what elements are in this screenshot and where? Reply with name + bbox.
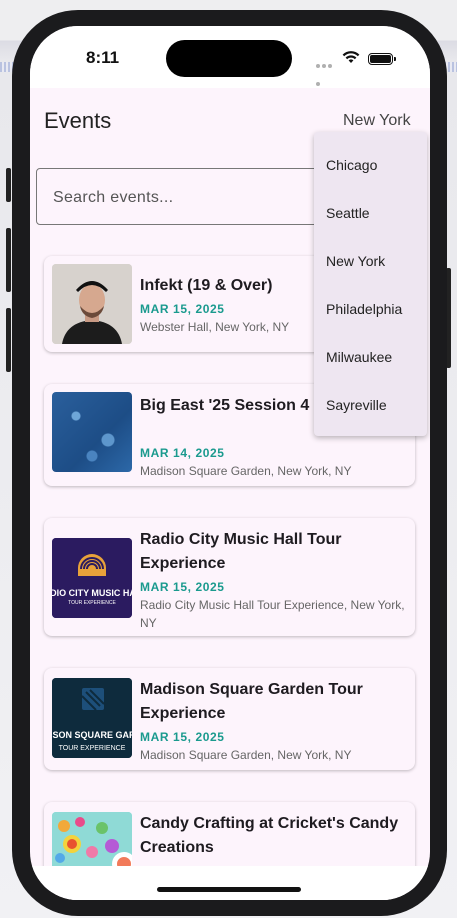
event-card[interactable]: RADIO CITY MUSIC HALL TOUR EXPERIENCE Ra… bbox=[44, 518, 415, 636]
search-input[interactable]: Search events... bbox=[36, 168, 336, 225]
menu-item-philadelphia[interactable]: Philadelphia bbox=[326, 301, 402, 317]
bottom-safe-area bbox=[30, 866, 430, 900]
event-image bbox=[52, 264, 132, 344]
event-date: MAR 15, 2025 bbox=[140, 580, 225, 594]
signal-dots-icon bbox=[316, 55, 338, 86]
artist-photo bbox=[52, 264, 132, 344]
volume-down-button bbox=[6, 308, 11, 372]
event-date: MAR 14, 2025 bbox=[140, 446, 225, 460]
city-selector[interactable]: New York bbox=[343, 112, 411, 130]
event-card[interactable]: MADISON SQUARE GARDEN TOUR EXPERIENCE Ma… bbox=[44, 668, 415, 770]
logo-text: MADISON SQUARE GARDEN bbox=[52, 730, 132, 740]
app-screen: 8:11 Events New York Search events... In… bbox=[30, 26, 430, 900]
event-title: Candy Crafting at Cricket's Candy Creati… bbox=[140, 815, 399, 856]
wifi-icon bbox=[342, 51, 360, 63]
action-button bbox=[6, 168, 11, 202]
msg-logo: MADISON SQUARE GARDEN TOUR EXPERIENCE bbox=[52, 678, 132, 758]
dynamic-island bbox=[166, 40, 292, 77]
menu-item-sayreville[interactable]: Sayreville bbox=[326, 397, 387, 413]
event-image: RADIO CITY MUSIC HALL TOUR EXPERIENCE bbox=[52, 538, 132, 618]
status-bar: 8:11 bbox=[30, 26, 430, 88]
city-dropdown-menu: Chicago Seattle New York Philadelphia Mi… bbox=[314, 132, 427, 436]
event-title: Madison Square Garden Tour Experience bbox=[140, 681, 363, 722]
logo-subtext: TOUR EXPERIENCE bbox=[68, 600, 116, 606]
event-date: MAR 15, 2025 bbox=[140, 302, 225, 316]
menu-item-seattle[interactable]: Seattle bbox=[326, 205, 370, 221]
event-title: Radio City Music Hall Tour Experience bbox=[140, 531, 342, 572]
home-indicator[interactable] bbox=[157, 887, 301, 892]
event-image: MADISON SQUARE GARDEN TOUR EXPERIENCE bbox=[52, 678, 132, 758]
menu-item-milwaukee[interactable]: Milwaukee bbox=[326, 349, 392, 365]
status-time: 8:11 bbox=[86, 48, 120, 67]
menu-item-chicago[interactable]: Chicago bbox=[326, 157, 377, 173]
logo-subtext: TOUR EXPERIENCE bbox=[59, 745, 126, 752]
event-venue: Madison Square Garden, New York, NY bbox=[140, 748, 352, 762]
menu-item-new-york[interactable]: New York bbox=[326, 253, 385, 269]
search-placeholder: Search events... bbox=[53, 189, 174, 206]
battery-icon bbox=[368, 53, 396, 65]
logo-text: RADIO CITY MUSIC HALL bbox=[52, 588, 132, 598]
event-date: MAR 15, 2025 bbox=[140, 730, 225, 744]
volume-up-button bbox=[6, 228, 11, 292]
page-title: Events bbox=[44, 108, 112, 133]
event-venue: Radio City Music Hall Tour Experience, N… bbox=[140, 598, 405, 630]
event-venue: Madison Square Garden, New York, NY bbox=[140, 464, 352, 478]
radio-city-logo: RADIO CITY MUSIC HALL TOUR EXPERIENCE bbox=[52, 538, 132, 618]
event-image bbox=[52, 392, 132, 472]
